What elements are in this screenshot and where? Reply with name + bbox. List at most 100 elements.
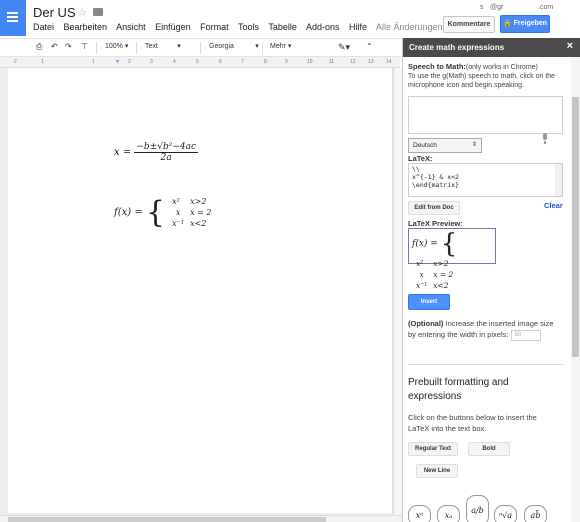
prebuilt-help: Click on the buttons below to insert the… <box>408 413 537 433</box>
undo-icon[interactable]: ↶ <box>51 42 58 51</box>
case-cond: x>2 <box>190 197 207 206</box>
language-select[interactable]: Deutsch ⇕ <box>408 138 482 153</box>
latex-line: \\ <box>412 165 420 173</box>
indent-marker-icon[interactable]: ▼ <box>115 59 120 65</box>
case-expr: x² <box>416 259 424 268</box>
font-value: Georgia <box>209 43 234 50</box>
ruler-tick: 2 <box>14 59 17 65</box>
star-icon[interactable]: ☆ <box>77 6 87 19</box>
preview-label: LaTeX Preview: <box>408 219 463 228</box>
ruler-tick: 8 <box>264 59 267 65</box>
collapse-icon[interactable]: ⌃ <box>366 42 373 51</box>
latex-input[interactable]: \\ x^{-1} & x<2 \end{matrix} <box>408 163 563 197</box>
menu-tools[interactable]: Tools <box>238 22 259 32</box>
ruler-tick: 5 <box>196 59 199 65</box>
menu-addons[interactable]: Add-ons <box>306 22 340 32</box>
account-email: @gr <box>490 4 504 11</box>
eq1-fraction: −b±√b²−4ac 2a <box>134 142 199 163</box>
speech-label: Speech to Math: <box>408 62 466 71</box>
overline-button[interactable]: ab̄ <box>524 505 547 522</box>
zoom-value: 100% <box>105 43 123 50</box>
ruler-tick: 14 <box>386 59 392 65</box>
eq2-lhs: f(x) = <box>114 207 143 218</box>
case-cond: x<2 <box>190 219 207 228</box>
paint-format-icon[interactable]: ⊤ <box>81 42 88 51</box>
ruler-tick: 11 <box>329 59 335 65</box>
folder-icon[interactable] <box>93 8 103 16</box>
zoom-select[interactable]: 100% ▾ <box>105 42 128 50</box>
menu-bearbeiten[interactable]: Bearbeiten <box>64 22 108 32</box>
docs-logo-icon[interactable] <box>0 0 26 36</box>
document-title[interactable]: Der US <box>33 5 76 20</box>
new-line-button[interactable]: New Line <box>416 464 458 478</box>
latex-scrollbar[interactable] <box>555 164 562 196</box>
sidebar-title: Create math expressions <box>409 43 505 52</box>
menu-bar: Datei Bearbeiten Ansicht Einfügen Format… <box>33 22 498 32</box>
microphone-icon[interactable] <box>540 133 550 145</box>
width-input[interactable]: 50 <box>510 329 541 341</box>
updown-arrow-icon: ⇕ <box>471 142 477 148</box>
language-value: Deutsch <box>413 142 437 149</box>
document-page[interactable]: x = −b±√b²−4ac 2a f(x) = { x² x>2 x x = 2 … <box>8 68 393 513</box>
eq1-lhs: x = <box>114 147 132 158</box>
piecewise-function-image[interactable]: f(x) = { x² x>2 x x = 2 x⁻¹ x<2 <box>114 195 216 230</box>
share-button[interactable]: 🔒 Freigeben <box>500 15 550 33</box>
horizontal-scrollbar[interactable] <box>0 515 402 522</box>
insert-button[interactable]: Insert <box>408 294 450 310</box>
bold-button[interactable]: Bold <box>468 442 510 456</box>
edit-from-doc-button[interactable]: Edit from Doc <box>408 201 460 215</box>
comments-button[interactable]: Kommentare <box>443 16 495 33</box>
print-icon[interactable]: ⎙ <box>36 42 42 52</box>
fraction-button[interactable]: a/b <box>466 495 489 522</box>
eq1-numerator: −b±√b²−4ac <box>134 142 199 153</box>
brace: { <box>145 194 165 230</box>
case-expr: x <box>419 270 424 279</box>
more-menu[interactable]: Mehr ▾ <box>270 42 291 50</box>
ruler-tick: 2 <box>128 59 131 65</box>
ruler-tick: 1 <box>41 59 44 65</box>
document-scrollbar[interactable] <box>394 68 402 520</box>
menu-einfuegen[interactable]: Einfügen <box>155 22 191 32</box>
case-expr: x⁻¹ <box>416 281 428 290</box>
redo-icon[interactable]: ↷ <box>65 42 72 51</box>
latex-line: x^{-1} & x<2 <box>412 173 459 181</box>
case-expr: x <box>175 208 181 217</box>
ruler-tick: 4 <box>173 59 176 65</box>
menu-tabelle[interactable]: Tabelle <box>268 22 297 32</box>
sidebar-scrollbar[interactable] <box>571 57 580 522</box>
style-select[interactable]: Text ▾ <box>145 42 181 50</box>
section-divider <box>408 364 563 365</box>
eq1-denominator: 2a <box>160 153 172 163</box>
menu-datei[interactable]: Datei <box>33 22 54 32</box>
sidebar-scroll-thumb[interactable] <box>572 97 579 357</box>
menu-format[interactable]: Format <box>200 22 229 32</box>
clear-link[interactable]: Clear <box>544 201 563 210</box>
font-select[interactable]: Georgia ▾ <box>209 42 259 50</box>
ruler[interactable]: 2 1 1 ▼ 2 3 4 5 6 7 8 9 10 11 12 13 14 <box>0 57 400 68</box>
nth-root-button[interactable]: ⁿ√a <box>494 505 517 522</box>
optional-label: (Optional) <box>408 319 444 328</box>
preview-formula: f(x) = { x² x>2 x x = 2 x⁻¹ x<2 <box>412 231 495 292</box>
subscript-button[interactable]: xₐ <box>437 505 460 522</box>
case-cond: x = 2 <box>190 208 212 217</box>
menu-ansicht[interactable]: Ansicht <box>116 22 146 32</box>
ruler-tick: 9 <box>285 59 288 65</box>
cases-table: x² x>2 x x = 2 x⁻¹ x<2 <box>168 195 215 230</box>
quadratic-formula-image[interactable]: x = −b±√b²−4ac 2a <box>114 142 199 163</box>
speech-heading: Speech to Math:(only works in Chrome) <box>408 62 568 71</box>
close-icon[interactable]: × <box>567 40 573 52</box>
speech-output-box[interactable] <box>408 96 563 144</box>
math-sidebar: Create math expressions × Speech to Math… <box>402 38 580 522</box>
superscript-button[interactable]: xᵃ <box>408 505 431 522</box>
account-name: s <box>480 4 484 11</box>
ruler-tick: 13 <box>368 59 374 65</box>
preview-cases: x² x>2 x x = 2 x⁻¹ x<2 <box>412 257 457 292</box>
share-label: Freigeben <box>513 20 548 27</box>
menu-hilfe[interactable]: Hilfe <box>349 22 367 32</box>
pen-icon[interactable]: ✎▾ <box>338 42 350 53</box>
speech-help: To use the g(Math) speech to math, click… <box>408 73 556 89</box>
case-expr: x⁻¹ <box>172 219 185 228</box>
horizontal-scroll-thumb[interactable] <box>8 517 326 522</box>
regular-text-button[interactable]: Regular Text <box>408 442 458 456</box>
ruler-tick: 1 <box>92 59 95 65</box>
